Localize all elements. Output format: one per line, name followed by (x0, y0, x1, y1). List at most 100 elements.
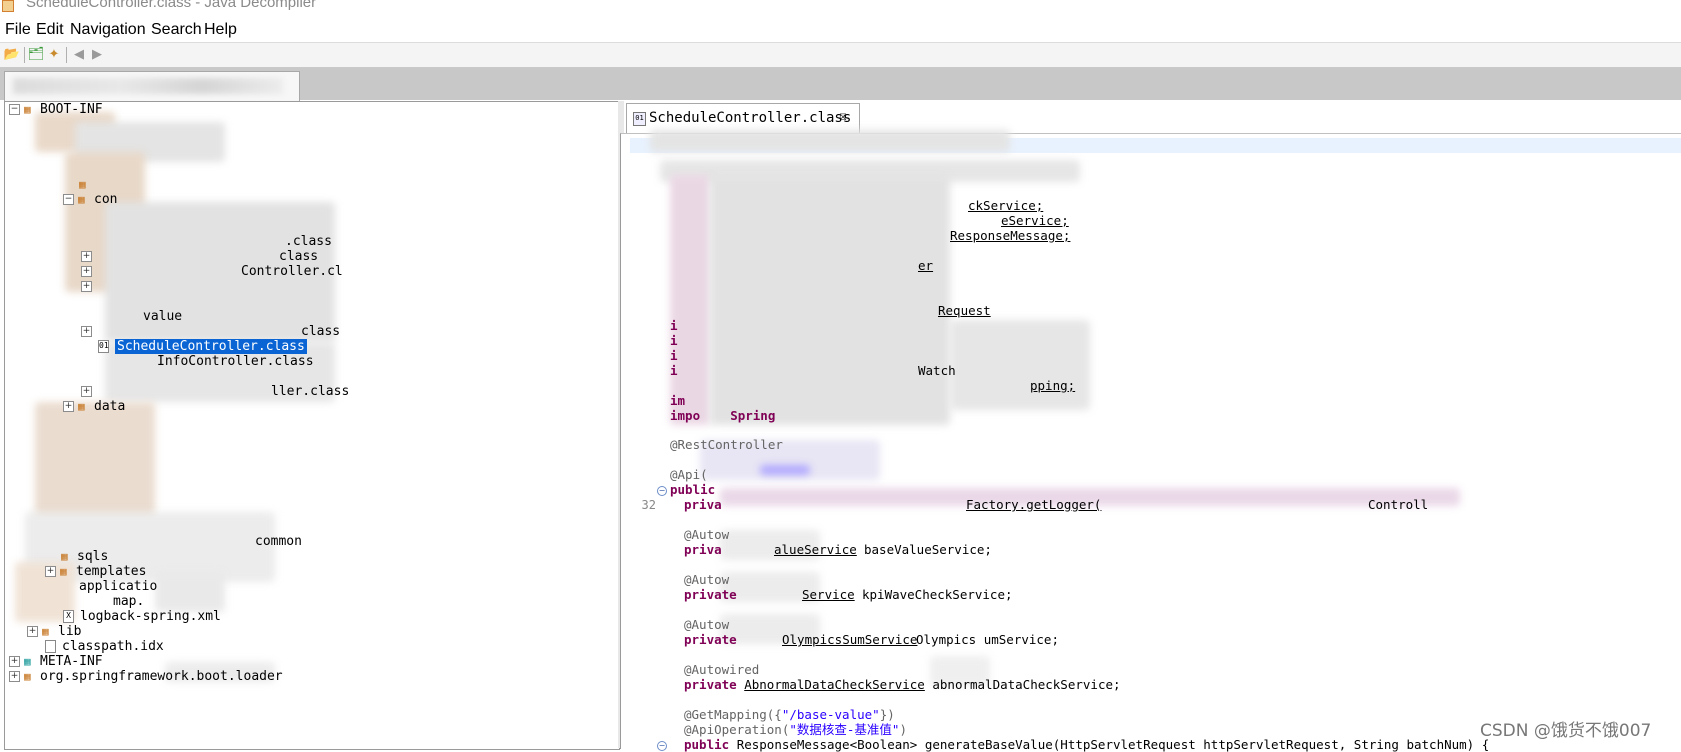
code-line: @GetMapping({"/base-value"}) (684, 707, 895, 722)
code-line: er (918, 258, 934, 273)
expand-icon[interactable]: + (81, 326, 92, 337)
window-title: ScheduleController.class - Java Decompil… (26, 0, 317, 11)
title-bar: ScheduleController.class - Java Decompil… (0, 0, 1681, 14)
fold-icon[interactable]: − (657, 741, 667, 751)
tree-node-meta-inf[interactable]: + ▦ META-INF (9, 654, 103, 670)
package-icon: ▦ (42, 625, 49, 638)
tree-node-class[interactable]: + class (81, 324, 340, 340)
toolbar: 📂 🗂 ✦ ◀ ▶ (0, 43, 1681, 68)
tree-node-info-controller[interactable]: InfoController.class (157, 354, 314, 370)
code-line: @Autow (684, 527, 730, 542)
redacted-region (670, 175, 710, 425)
menu-help[interactable]: Help (204, 21, 237, 39)
package-icon: ▦ (61, 550, 68, 563)
tree-node-spring-loader[interactable]: + ▦ org.springframework.boot.loader (9, 669, 283, 685)
toolbar-separator (66, 47, 67, 63)
collapse-icon[interactable]: − (9, 104, 20, 115)
code-line: private Service kpiWaveCheckService; (684, 587, 1013, 602)
redacted-region (710, 175, 950, 425)
tree-node-class[interactable]: + Controller.cl (81, 264, 343, 280)
code-line: @Autowired (684, 662, 760, 677)
redacted-tab-label (13, 78, 283, 94)
tree-node-application[interactable]: applicatio (79, 579, 157, 595)
package-tree[interactable]: − ▦ BOOT-INF ▦ − ▦ con .class + class + Contro… (4, 101, 620, 750)
code-line: i (670, 318, 678, 333)
redacted-region (650, 130, 1010, 152)
code-line: public ResponseMessage<Boolean> generate… (684, 737, 1490, 752)
redacted-region (155, 572, 225, 612)
tree-node-common[interactable]: common (255, 534, 302, 550)
menu-file[interactable]: File (5, 21, 31, 39)
watermark: CSDN @饿货不饿007 (1480, 721, 1652, 741)
tree-node-class[interactable]: + (81, 279, 96, 295)
code-line: @Autow (684, 617, 730, 632)
package-icon: ▦ (24, 655, 31, 668)
back-icon[interactable]: ◀ (70, 46, 88, 63)
expand-icon[interactable]: + (9, 671, 20, 682)
code-line: private OlympicsSumService Olympics umServ… (684, 632, 1059, 647)
expand-icon[interactable]: + (81, 251, 92, 262)
code-line: i (670, 348, 678, 363)
expand-icon[interactable]: + (81, 266, 92, 277)
tree-node-data[interactable]: + ▦ data (63, 399, 125, 415)
menu-navigation[interactable]: Navigation (70, 21, 146, 39)
toolbar-separator (24, 47, 25, 63)
tree-node-controller[interactable]: − ▦ con (63, 192, 117, 208)
code-line: priva Factory.getLogger(Controll (684, 497, 1429, 512)
selected-class-label: ScheduleController.class (115, 339, 307, 354)
close-tab-icon[interactable]: ☒ (839, 109, 847, 124)
open-type-hierarchy-icon[interactable]: ✦ (45, 46, 63, 63)
package-icon: ▦ (24, 103, 31, 116)
code-line: pping; (1030, 378, 1076, 393)
tree-node-boot-inf[interactable]: − ▦ BOOT-INF (9, 102, 103, 118)
fold-icon[interactable]: − (657, 486, 667, 496)
code-line: @ApiOperation("数据核查-基准值") (684, 722, 907, 737)
tree-node-classpath[interactable]: classpath.idx (45, 639, 164, 655)
file-tab-strip (0, 68, 1681, 101)
tree-node-logback[interactable]: Xlogback-spring.xml (63, 609, 221, 625)
tree-node-lib[interactable]: + ▦ lib (27, 624, 81, 640)
xml-file-icon: X (63, 610, 74, 623)
expand-icon[interactable]: + (81, 386, 92, 397)
code-line: eService; (1001, 213, 1069, 228)
file-icon (45, 640, 56, 653)
tree-node-partial[interactable]: ▦ (79, 177, 95, 193)
collapse-icon[interactable]: − (63, 194, 74, 205)
code-line: @Autow (684, 572, 730, 587)
expand-icon[interactable]: + (63, 401, 74, 412)
menu-edit[interactable]: Edit (36, 21, 64, 39)
code-line: @Api( (670, 467, 708, 482)
code-line: i (670, 333, 678, 348)
open-file-icon[interactable]: 📂 (3, 46, 21, 63)
code-line: im (670, 393, 686, 408)
open-type-icon[interactable]: 🗂 (27, 46, 45, 63)
tree-value-fragment: value (143, 309, 183, 324)
forward-icon[interactable]: ▶ (88, 46, 106, 63)
code-line: Request (938, 303, 991, 318)
tree-node-map[interactable]: map. (113, 594, 144, 610)
package-icon: ▦ (24, 670, 31, 683)
menu-bar: File Edit Navigation Search Help (0, 18, 1681, 43)
code-line: ResponseMessage; (950, 228, 1071, 243)
jar-file-tab[interactable] (4, 71, 300, 101)
app-icon (2, 0, 14, 12)
menu-search[interactable]: Search (151, 21, 202, 39)
code-line: priva alueService baseValueService; (684, 542, 992, 557)
expand-icon[interactable]: + (27, 626, 38, 637)
package-icon: ▦ (79, 178, 86, 191)
tree-node-schedule-controller[interactable]: 01 ScheduleController.class (98, 339, 307, 355)
tree-node-sqls[interactable]: ▦ sqls (61, 549, 108, 565)
tree-node-templates[interactable]: + ▦ templates (45, 564, 146, 580)
editor-tab-label: ScheduleController.class (649, 110, 852, 126)
class-file-icon: 01 (98, 340, 109, 353)
tree-node-class[interactable]: + ller.class (81, 384, 349, 400)
code-line: impo Spring (670, 408, 776, 423)
package-icon: ▦ (78, 400, 85, 413)
tree-node-class[interactable]: + class (81, 249, 318, 265)
expand-icon[interactable]: + (45, 566, 56, 577)
class-file-icon: 01 (633, 112, 646, 126)
code-line: @RestController (670, 437, 783, 452)
expand-icon[interactable]: + (9, 656, 20, 667)
package-icon: ▦ (78, 193, 85, 206)
expand-icon[interactable]: + (81, 281, 92, 292)
